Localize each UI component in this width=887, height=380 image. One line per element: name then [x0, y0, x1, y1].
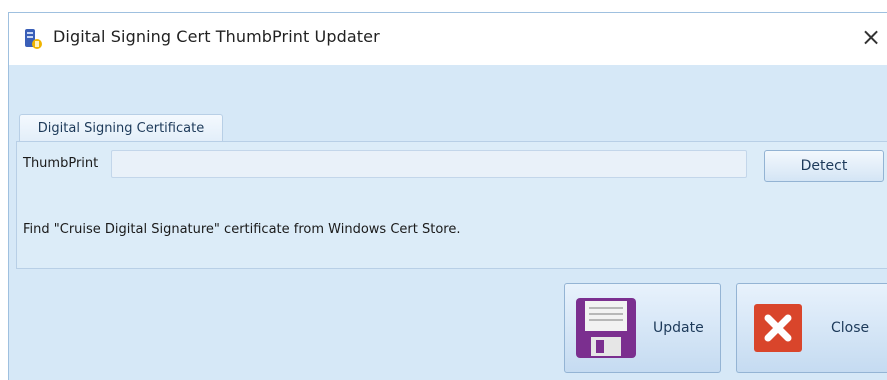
updater-window: Digital Signing Cert ThumbPrint Updater …: [8, 12, 887, 380]
app-icon: [23, 28, 43, 50]
floppy-disk-icon: [575, 297, 637, 359]
instruction-text: Find "Cruise Digital Signature" certific…: [23, 222, 461, 237]
close-x-icon: [747, 297, 809, 359]
update-button-label: Update: [653, 320, 704, 336]
update-button[interactable]: Update: [564, 283, 721, 373]
title-bar: Digital Signing Cert ThumbPrint Updater …: [9, 13, 887, 65]
close-button-label: Close: [831, 320, 870, 336]
thumbprint-input[interactable]: [111, 150, 747, 178]
tab-digital-signing-certificate[interactable]: Digital Signing Certificate: [19, 114, 223, 142]
thumbprint-label: ThumbPrint: [23, 156, 99, 171]
window-close-icon[interactable]: ×: [856, 21, 886, 53]
detect-button[interactable]: Detect: [764, 150, 884, 182]
certificate-panel: ThumbPrint Detect Find "Cruise Digital S…: [16, 141, 887, 269]
close-button[interactable]: Close: [736, 283, 887, 373]
window-title: Digital Signing Cert ThumbPrint Updater: [53, 27, 380, 46]
